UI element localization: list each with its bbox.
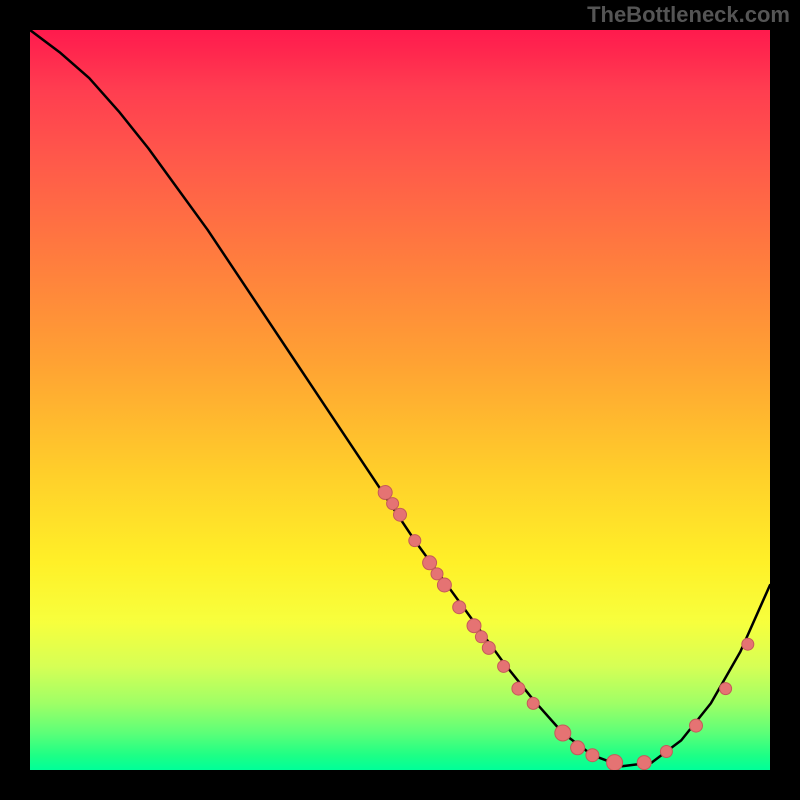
data-point xyxy=(586,749,599,762)
watermark-text: TheBottleneck.com xyxy=(587,2,790,28)
data-point xyxy=(660,746,672,758)
chart-svg xyxy=(30,30,770,770)
data-point xyxy=(498,660,510,672)
data-points xyxy=(378,486,754,771)
data-point xyxy=(409,535,421,547)
data-point xyxy=(423,556,437,570)
plot-area xyxy=(30,30,770,770)
data-point xyxy=(607,755,623,770)
data-point xyxy=(475,631,487,643)
data-point xyxy=(720,683,732,695)
bottleneck-curve xyxy=(30,30,770,766)
data-point xyxy=(437,578,451,592)
data-point xyxy=(394,508,407,521)
data-point xyxy=(637,756,651,770)
chart-frame: TheBottleneck.com xyxy=(0,0,800,800)
data-point xyxy=(555,725,571,741)
data-point xyxy=(742,638,754,650)
data-point xyxy=(378,486,392,500)
data-point xyxy=(690,719,703,732)
data-point xyxy=(453,601,466,614)
data-point xyxy=(512,682,525,695)
data-point xyxy=(482,641,495,654)
data-point xyxy=(467,619,481,633)
data-point xyxy=(387,498,399,510)
data-point xyxy=(527,697,539,709)
data-point xyxy=(571,741,585,755)
data-point xyxy=(431,568,443,580)
